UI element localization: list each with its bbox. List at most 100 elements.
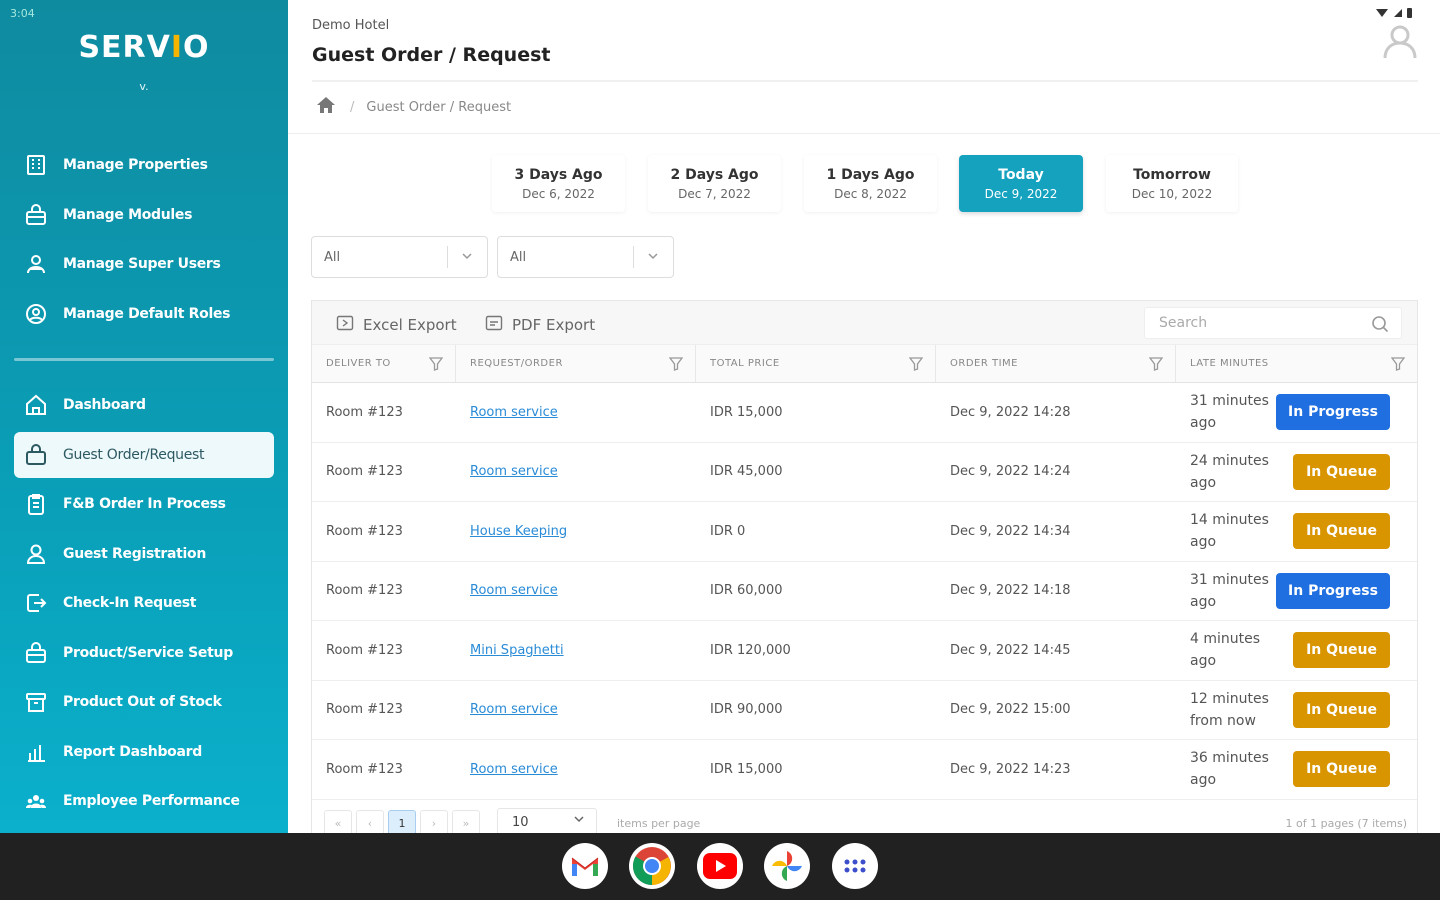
request-link[interactable]: Room service — [470, 405, 558, 420]
cell-request: Room service — [456, 443, 696, 502]
status-button[interactable]: In Progress — [1276, 394, 1390, 430]
cell-deliver-to: Room #123 — [326, 761, 403, 777]
status-button[interactable]: In Queue — [1293, 453, 1390, 490]
sidebar-item-manage-super-users[interactable]: Manage Super Users — [14, 241, 274, 287]
cell-order-time: Dec 9, 2022 14:18 — [950, 583, 1071, 599]
status-button[interactable]: In Progress — [1276, 572, 1390, 609]
column-header-deliver-to[interactable]: DELIVER TO — [312, 345, 456, 382]
request-link[interactable]: Mini Spaghetti — [470, 643, 564, 658]
sidebar-top-nav: Manage Properties Manage Modules Manage … — [14, 142, 274, 340]
cell-request: Mini Spaghetti — [456, 621, 696, 680]
table-row[interactable]: Room #123 Room service IDR 15,000 Dec 9,… — [312, 740, 1417, 800]
chart-icon — [24, 740, 48, 764]
photos-icon[interactable] — [764, 843, 810, 889]
basket-icon — [24, 443, 48, 467]
page-number-button[interactable]: 1 — [388, 809, 416, 833]
clipboard-icon — [24, 492, 48, 516]
sidebar-item-label: Manage Default Roles — [63, 305, 231, 322]
filter-select-2[interactable]: All — [497, 236, 674, 278]
filter-select-1[interactable]: All — [311, 236, 488, 278]
request-link[interactable]: Room service — [470, 464, 558, 479]
sidebar-item-employee-performance[interactable]: Employee Performance — [14, 778, 274, 824]
home-icon[interactable] — [316, 96, 336, 118]
tab-today[interactable]: Today Dec 9, 2022 — [959, 155, 1083, 212]
hotel-name: Demo Hotel — [312, 18, 390, 33]
column-header-late-minutes[interactable]: LATE MINUTES — [1176, 345, 1417, 382]
pdf-export-button[interactable]: PDF Export — [485, 314, 595, 336]
filter-icon[interactable] — [908, 357, 924, 374]
sidebar-item-product-service-setup[interactable]: Product/Service Setup — [14, 630, 274, 676]
request-link[interactable]: Room service — [470, 583, 558, 598]
status-button[interactable]: In Queue — [1293, 632, 1390, 668]
tab-tomorrow[interactable]: Tomorrow Dec 10, 2022 — [1106, 155, 1238, 212]
tab-3-days-ago[interactable]: 3 Days Ago Dec 6, 2022 — [492, 155, 625, 212]
tab-label: 2 Days Ago — [670, 166, 759, 183]
prev-page-button[interactable]: ‹ — [356, 809, 384, 833]
tab-date: Dec 7, 2022 — [678, 186, 751, 201]
basket-icon — [24, 641, 48, 665]
cell-late: 36 minutes ago In Queue — [1176, 740, 1417, 799]
late-minutes-text: 31 minutes ago — [1190, 571, 1269, 610]
export-icon — [485, 314, 503, 336]
sidebar-item-check-in-request[interactable]: Check-In Request — [14, 580, 274, 626]
column-header-total-price[interactable]: TOTAL PRICE — [696, 345, 936, 382]
last-page-button[interactable]: » — [452, 809, 480, 833]
sidebar-item-label: Manage Modules — [63, 206, 193, 223]
request-link[interactable]: Room service — [470, 762, 558, 777]
sidebar-item-manage-properties[interactable]: Manage Properties — [14, 142, 274, 188]
late-minutes-text: 12 minutes from now — [1190, 690, 1269, 729]
chrome-icon[interactable] — [629, 843, 675, 889]
app-version: v. — [139, 80, 149, 93]
sidebar-item-product-out-of-stock[interactable]: Product Out of Stock — [14, 679, 274, 725]
status-button[interactable]: In Queue — [1293, 513, 1390, 549]
column-header-order-time[interactable]: ORDER TIME — [936, 345, 1176, 382]
request-link[interactable]: House Keeping — [470, 524, 567, 539]
sidebar-item-label: Manage Super Users — [63, 256, 221, 272]
table-row[interactable]: Room #123 Room service IDR 60,000 Dec 9,… — [312, 562, 1417, 621]
status-button[interactable]: In Queue — [1293, 751, 1390, 787]
table-row[interactable]: Room #123 Room service IDR 15,000 Dec 9,… — [312, 383, 1417, 443]
next-page-button[interactable]: › — [420, 809, 448, 833]
orders-grid: Excel Export PDF Export Search DELIVER T… — [311, 300, 1418, 833]
request-link[interactable]: Room service — [470, 702, 558, 717]
search-icon — [1371, 315, 1389, 337]
grid-toolbar: Excel Export PDF Export Search — [312, 301, 1417, 345]
first-page-button[interactable]: « — [324, 809, 352, 833]
search-input[interactable]: Search — [1144, 307, 1402, 339]
excel-export-button[interactable]: Excel Export — [336, 314, 457, 336]
table-row[interactable]: Room #123 Room service IDR 45,000 Dec 9,… — [312, 443, 1417, 502]
sidebar-item-guest-registration[interactable]: Guest Registration — [14, 531, 274, 577]
sidebar-item-guest-order-request[interactable]: Guest Order/Request — [14, 431, 274, 478]
table-row[interactable]: Room #123 Mini Spaghetti IDR 120,000 Dec… — [312, 621, 1417, 681]
cell-price: IDR 45,000 — [710, 464, 783, 480]
tab-1-days-ago[interactable]: 1 Days Ago Dec 8, 2022 — [804, 155, 937, 212]
sidebar-item-manage-modules[interactable]: Manage Modules — [14, 192, 274, 238]
cell-order-time: Dec 9, 2022 14:34 — [950, 523, 1071, 539]
table-row[interactable]: Room #123 House Keeping IDR 0 Dec 9, 202… — [312, 502, 1417, 562]
sidebar-item-label: Check-In Request — [63, 595, 197, 611]
filter-icon[interactable] — [1390, 357, 1406, 374]
app-launcher-icon[interactable] — [832, 843, 878, 889]
excel-export-label: Excel Export — [363, 316, 457, 334]
cell-request: Room service — [456, 562, 696, 621]
chevron-down-icon — [646, 249, 660, 267]
cell-order-time: Dec 9, 2022 15:00 — [950, 702, 1071, 718]
user-avatar-icon[interactable] — [1381, 22, 1419, 60]
cell-order-time: Dec 9, 2022 14:28 — [950, 404, 1071, 420]
sidebar-item-label: Guest Order/Request — [63, 446, 205, 463]
sidebar-item-manage-default-roles[interactable]: Manage Default Roles — [14, 291, 274, 337]
column-header-request-order[interactable]: REQUEST/ORDER — [456, 345, 696, 382]
filter-icon[interactable] — [428, 357, 444, 374]
sidebar-item-fb-order[interactable]: F&B Order In Process — [14, 481, 274, 527]
filter-icon[interactable] — [1148, 357, 1164, 374]
youtube-icon[interactable] — [697, 843, 743, 889]
page-size-select[interactable]: 10 — [497, 807, 597, 833]
status-button[interactable]: In Queue — [1293, 691, 1390, 728]
sidebar-item-report-dashboard[interactable]: Report Dashboard — [14, 729, 274, 775]
tab-2-days-ago[interactable]: 2 Days Ago Dec 7, 2022 — [648, 155, 781, 212]
filter-icon[interactable] — [668, 357, 684, 374]
page-size-value: 10 — [512, 814, 529, 830]
table-row[interactable]: Room #123 Room service IDR 90,000 Dec 9,… — [312, 681, 1417, 740]
sidebar-item-dashboard[interactable]: Dashboard — [14, 382, 274, 428]
gmail-icon[interactable] — [562, 843, 608, 889]
